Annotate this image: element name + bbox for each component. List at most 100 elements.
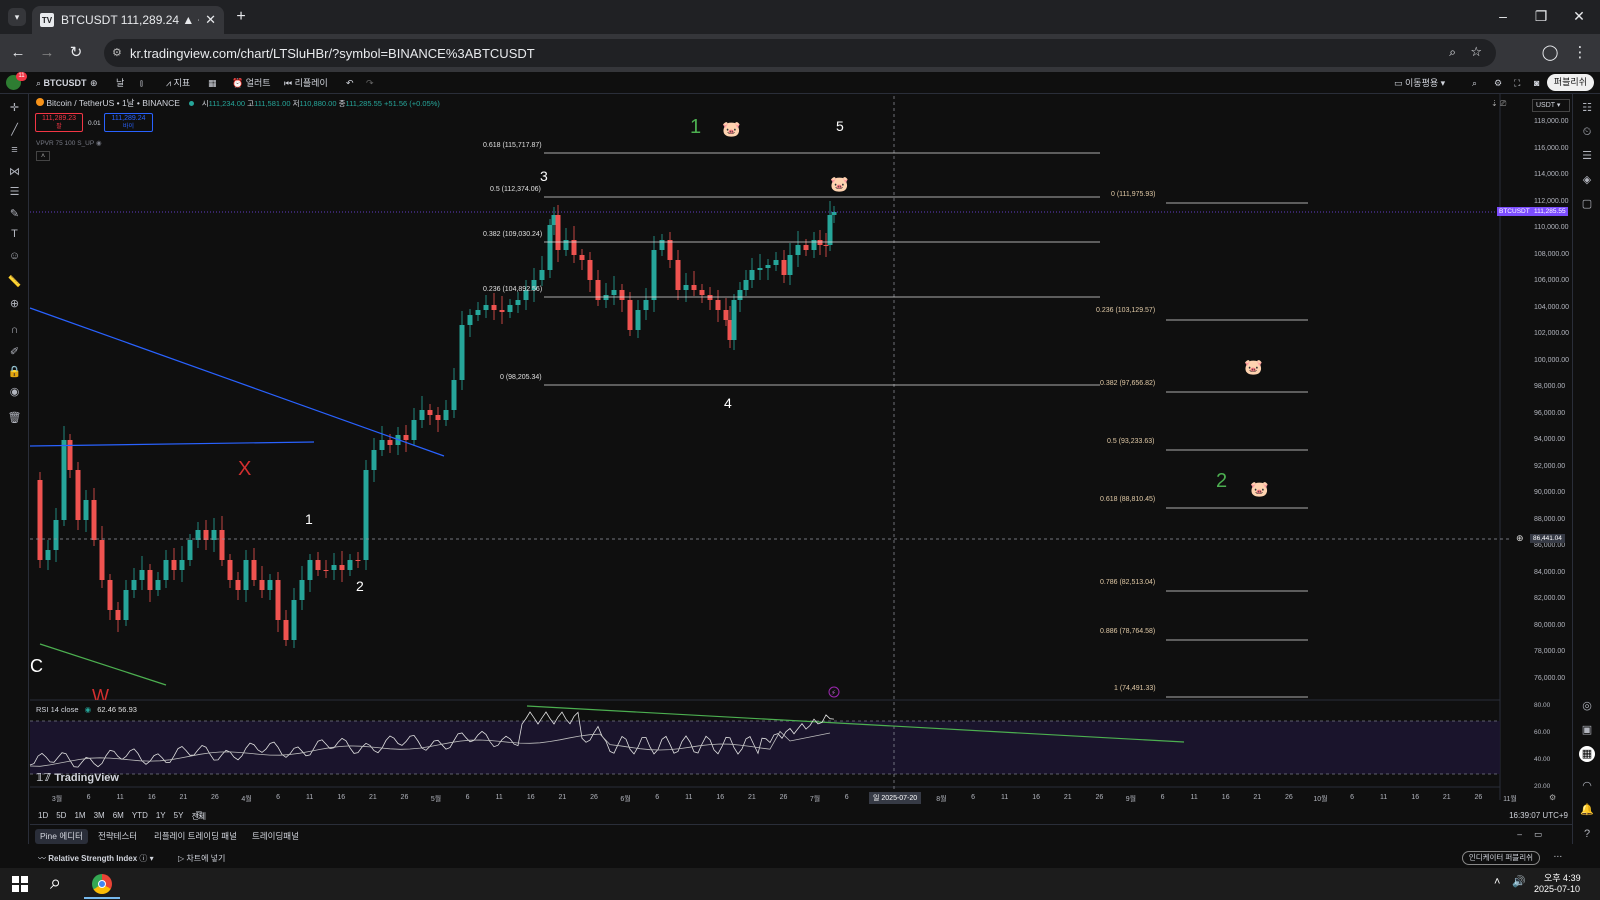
chrome-taskbar-icon[interactable] bbox=[92, 874, 112, 894]
wave-label-3[interactable]: 3 bbox=[540, 168, 548, 184]
timeframe-button[interactable]: YTD bbox=[132, 811, 148, 822]
eye-icon[interactable]: ◉ bbox=[96, 140, 102, 147]
candle-body bbox=[347, 560, 353, 570]
fib-left-label: 0.618 (115,717.87) bbox=[483, 142, 542, 149]
timeframe-button[interactable]: 6M bbox=[113, 811, 124, 822]
candle-body bbox=[235, 580, 241, 590]
timeframe-button[interactable]: 1M bbox=[74, 811, 85, 822]
fib-retracement-right[interactable] bbox=[1166, 202, 1308, 698]
volume-icon[interactable]: 🔊 bbox=[1512, 875, 1526, 888]
time-axis-label: 26 bbox=[779, 794, 788, 801]
wave-label-x[interactable]: X bbox=[238, 458, 251, 481]
candle-body bbox=[459, 325, 465, 380]
candle-body bbox=[691, 285, 697, 290]
pig-emoji-icon[interactable]: 🐷 bbox=[830, 175, 849, 193]
wave-label-w[interactable]: W bbox=[92, 686, 109, 700]
pig-emoji-icon[interactable]: 🐷 bbox=[1244, 358, 1263, 376]
pig-emoji-icon[interactable]: 🐷 bbox=[722, 120, 741, 138]
minimize-panel-icon[interactable]: – bbox=[1517, 829, 1522, 839]
timeframe-button[interactable]: 1Y bbox=[156, 811, 166, 822]
add-to-chart-button[interactable]: ▷ 차트에 넣기 bbox=[178, 853, 225, 864]
tray-chevron-icon[interactable]: ˄ bbox=[1494, 876, 1500, 888]
time-axis-label: 7월 bbox=[809, 796, 821, 803]
candle-body bbox=[587, 260, 593, 280]
time-axis-label: 26 bbox=[1474, 794, 1483, 801]
sell-button[interactable]: 111,289.23 팔 bbox=[35, 113, 83, 132]
axis-scale-icon[interactable]: ⇣ ⎚ bbox=[1491, 99, 1506, 109]
time-axis-label: 16 bbox=[1032, 794, 1041, 801]
wave-label-5[interactable]: 5 bbox=[836, 118, 844, 134]
date-range-icon[interactable]: ⎘ bbox=[196, 810, 203, 821]
wave-label-4[interactable]: 4 bbox=[724, 395, 732, 411]
green-trendline-lower[interactable] bbox=[39, 643, 167, 686]
blue-trendline-horizontal[interactable] bbox=[29, 441, 315, 447]
fib-right-label: 0.618 (88,810.45) bbox=[1100, 496, 1156, 503]
price-axis-label: 116,000.00 bbox=[1534, 144, 1569, 152]
candle-body bbox=[61, 440, 67, 520]
rsi-legend[interactable]: RSI 14 close ◉ 62.46 56.93 bbox=[36, 705, 137, 714]
windows-start-icon[interactable] bbox=[12, 876, 28, 892]
candle-body bbox=[75, 470, 81, 520]
sell-label: 팔 bbox=[56, 124, 62, 130]
candle-body bbox=[411, 420, 417, 440]
lightning-glyph: ⚡ bbox=[831, 689, 836, 697]
price-chart[interactable]: ⚡ bbox=[0, 0, 1600, 900]
taskbar-time[interactable]: 오후 4:39 bbox=[1544, 871, 1581, 884]
candle-body bbox=[163, 560, 169, 580]
tab-strategy-tester[interactable]: 전략테스터 bbox=[98, 829, 137, 844]
candle-body bbox=[203, 530, 209, 540]
more-options-icon[interactable]: ⋯ bbox=[1554, 851, 1563, 862]
clock-display[interactable]: 16:39:07 UTC+9 bbox=[1509, 811, 1568, 820]
tab-pine-editor[interactable]: Pine 에디터 bbox=[35, 829, 88, 844]
time-axis-label: 9월 bbox=[1125, 796, 1137, 803]
rsi-axis-label: 20.00 bbox=[1534, 783, 1551, 790]
wave-label-1[interactable]: 1 bbox=[305, 511, 313, 527]
time-axis-settings-icon[interactable]: ⚙ bbox=[1549, 793, 1556, 802]
timeframe-button[interactable]: 3M bbox=[94, 811, 105, 822]
wave-label-green-2[interactable]: 2 bbox=[1216, 470, 1227, 493]
publish-indicator-button[interactable]: 인디케이터 퍼블리쉬 bbox=[1461, 851, 1540, 865]
wave-label-green-1[interactable]: 1 bbox=[690, 116, 701, 139]
candle-body bbox=[67, 440, 73, 470]
timeframe-button[interactable]: 5Y bbox=[174, 811, 184, 822]
indicator-dropdown[interactable]: 〰 Relative Strength Index ⓘ ▾ bbox=[38, 853, 154, 864]
pig-emoji-icon[interactable]: 🐷 bbox=[1250, 480, 1269, 498]
candle-body bbox=[547, 225, 553, 270]
rsi-axis-label: 80.00 bbox=[1534, 702, 1551, 709]
taskbar-date[interactable]: 2025-07-10 bbox=[1534, 884, 1580, 894]
candle-body bbox=[699, 290, 705, 295]
fib-left-label: 0.236 (104,892.56) bbox=[483, 286, 543, 293]
fib-left-label: 0 (98,205.34) bbox=[500, 374, 542, 381]
tab-trading-panel[interactable]: 트레이딩패널 bbox=[252, 829, 299, 844]
crosshair-plus-icon[interactable]: ⊕ bbox=[1516, 533, 1524, 544]
timeframe-button[interactable]: 1D bbox=[38, 811, 48, 822]
candle-body bbox=[667, 240, 673, 260]
rsi-value: 62.46 bbox=[97, 705, 117, 714]
buy-button[interactable]: 111,289.24 바이 bbox=[104, 113, 153, 132]
candle-body bbox=[315, 560, 321, 570]
eye-icon[interactable]: ◉ bbox=[85, 705, 92, 714]
timeframe-button[interactable]: 5D bbox=[56, 811, 66, 822]
wave-label-c[interactable]: C bbox=[30, 656, 43, 677]
time-axis-label: 6 bbox=[844, 794, 849, 801]
sell-price: 111,289.23 bbox=[42, 115, 76, 122]
blue-trendline-descending[interactable] bbox=[29, 307, 445, 457]
candle-body bbox=[139, 570, 145, 580]
symbol-title[interactable]: Bitcoin / TetherUS • 1날 • BINANCE bbox=[46, 98, 180, 108]
vpvr-indicator-label[interactable]: VPVR 75 100 S_UP ◉ bbox=[36, 139, 102, 147]
wave-label-2[interactable]: 2 bbox=[356, 578, 364, 594]
candle-body bbox=[823, 245, 829, 246]
price-axis-label: 102,000.00 bbox=[1534, 330, 1570, 337]
collapse-legend-icon[interactable]: ˄ bbox=[36, 151, 50, 161]
fib-retracement-left[interactable] bbox=[544, 152, 1100, 386]
time-axis-label: 16 bbox=[526, 794, 535, 801]
time-axis-label: 8월 bbox=[936, 796, 947, 803]
currency-dropdown[interactable]: USDT ▾ bbox=[1532, 99, 1570, 112]
price-axis-label: 76,000.00 bbox=[1534, 674, 1566, 682]
fib-right-label: 0 (111,975.93) bbox=[1111, 191, 1156, 198]
maximize-panel-icon[interactable]: ▭ bbox=[1534, 829, 1542, 840]
taskbar-search-icon[interactable]: ⌕ bbox=[50, 872, 61, 895]
candle-body bbox=[707, 295, 713, 300]
open-value: 111,234.00 bbox=[208, 99, 246, 108]
tab-replay-trading-panel[interactable]: 리플레이 트레이딩 패널 bbox=[154, 829, 237, 844]
